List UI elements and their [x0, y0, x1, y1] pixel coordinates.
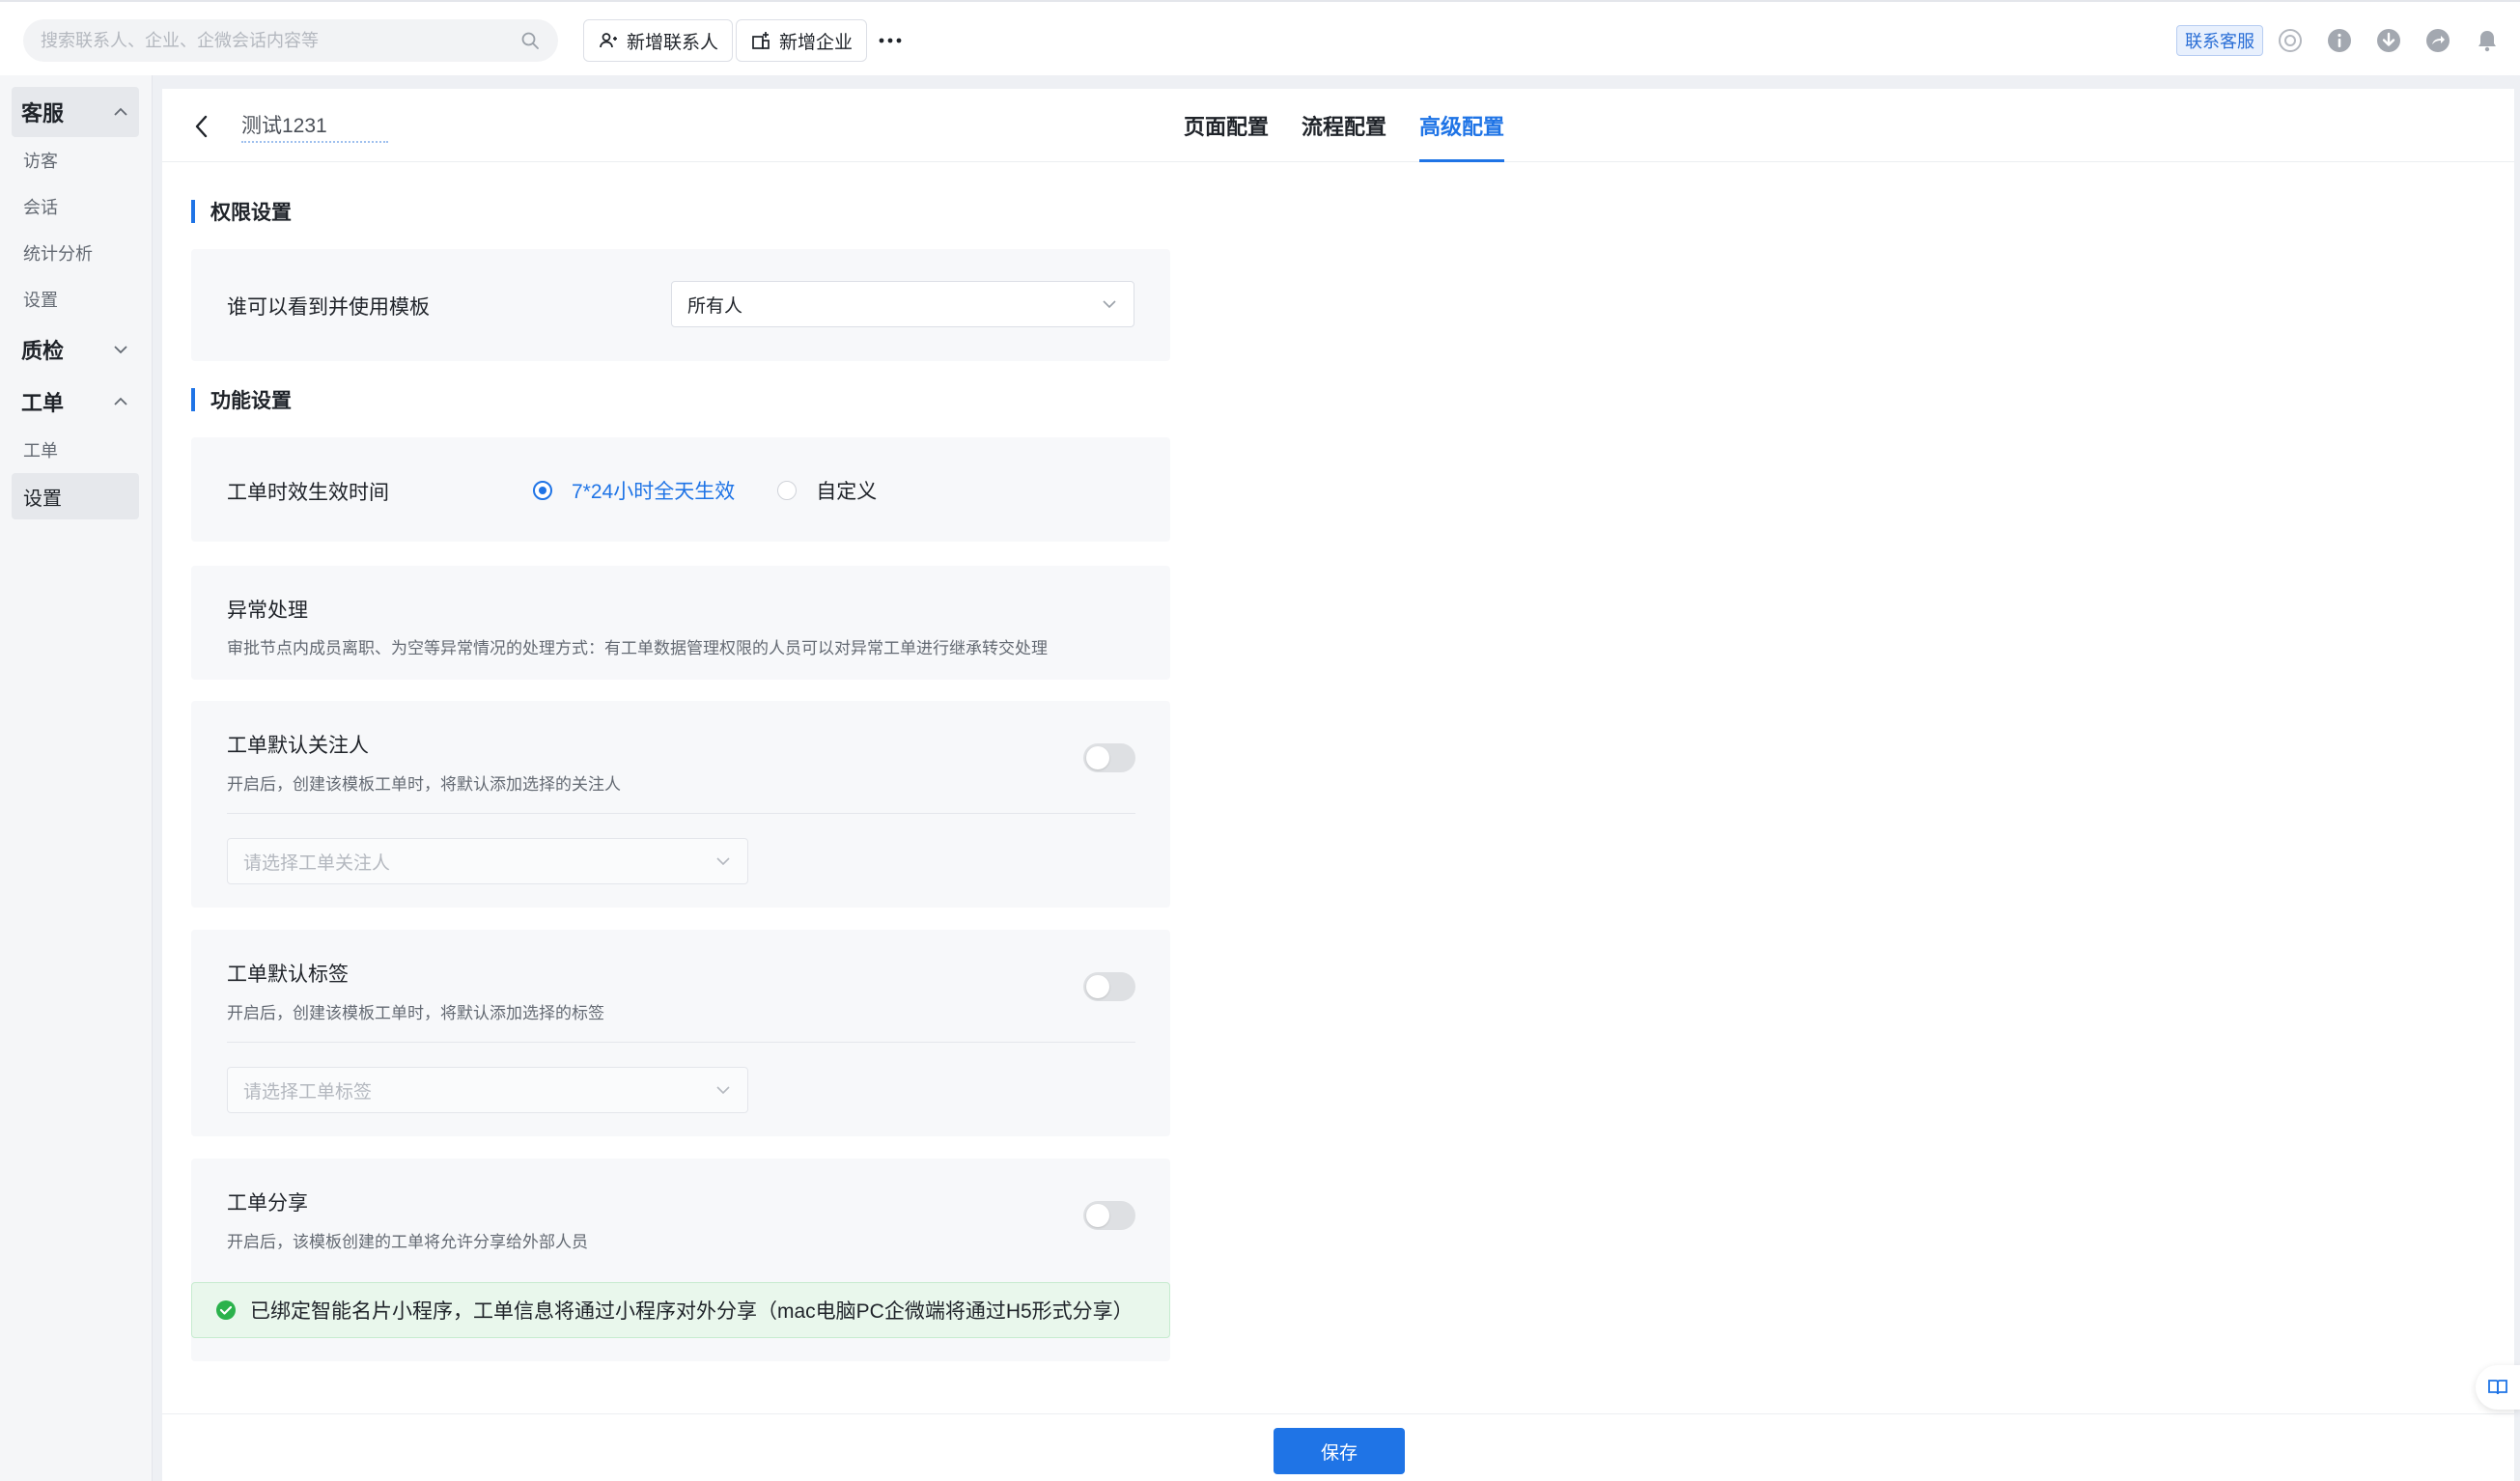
radio-unchecked-icon: [777, 481, 798, 500]
divider: [227, 1042, 1135, 1043]
add-user-icon: [598, 30, 619, 51]
effective-time-label: 工单时效生效时间: [227, 482, 389, 504]
chevron-up-icon: [112, 103, 129, 121]
sidebar-item-ticket-settings[interactable]: 设置: [12, 473, 139, 519]
headset-icon[interactable]: [2276, 26, 2305, 55]
sidebar-group-label: 质检: [21, 339, 65, 363]
visibility-label: 谁可以看到并使用模板: [227, 296, 430, 319]
contact-service-badge[interactable]: 联系客服: [2176, 25, 2263, 56]
search-input[interactable]: [41, 30, 519, 51]
follower-select-placeholder: 请选择工单关注人: [243, 852, 391, 874]
sidebar: 客服 访客 会话 统计分析 设置 质检 工单 工单 设置: [0, 75, 153, 1481]
add-contact-button[interactable]: 新增联系人: [583, 19, 734, 62]
help-book-icon[interactable]: [2476, 1365, 2520, 1410]
sidebar-item-service-settings[interactable]: 设置: [12, 276, 139, 322]
sidebar-item-session[interactable]: 会话: [12, 183, 139, 230]
exception-label: 异常处理: [227, 600, 308, 622]
default-tag-desc: 开启后，创建该模板工单时，将默认添加选择的标签: [227, 1004, 604, 1022]
chevron-down-icon: [714, 1081, 732, 1099]
top-bar: 新增联系人 新增企业 联系客服: [0, 0, 2520, 75]
default-tag-toggle[interactable]: [1083, 972, 1135, 1001]
default-tag-label: 工单默认标签: [227, 964, 349, 986]
chevron-down-icon: [714, 852, 732, 870]
main-panel: 测试1231 页面配置 流程配置 高级配置 权限设置 谁可以看到并使用模板 所有…: [162, 89, 2514, 1481]
config-tabs: 页面配置 流程配置 高级配置: [1184, 89, 1505, 162]
chevron-down-icon: [1101, 295, 1118, 313]
tag-select[interactable]: 请选择工单标签: [227, 1067, 748, 1113]
radio-all-day[interactable]: 7*24小时全天生效: [533, 476, 735, 505]
share-success-notice: 已绑定智能名片小程序，工单信息将通过小程序对外分享（mac电脑PC企微端将通过H…: [191, 1282, 1170, 1338]
chevron-down-icon: [112, 341, 129, 358]
section-title-permission: 权限设置: [191, 200, 292, 224]
tab-advanced-config[interactable]: 高级配置: [1419, 89, 1505, 162]
share-label: 工单分享: [227, 1192, 308, 1215]
effective-time-radio-group: 7*24小时全天生效 自定义: [533, 476, 877, 505]
radio-custom[interactable]: 自定义: [777, 476, 877, 505]
sidebar-group-quality[interactable]: 质检: [12, 324, 139, 375]
sidebar-group-label: 工单: [21, 391, 65, 415]
exception-desc: 审批节点内成员离职、为空等异常情况的处理方式：有工单数据管理权限的人员可以对异常…: [227, 639, 1048, 657]
share-toggle[interactable]: [1083, 1201, 1135, 1230]
success-notice-text: 已绑定智能名片小程序，工单信息将通过小程序对外分享（mac电脑PC企微端将通过H…: [250, 1300, 1134, 1323]
add-company-button[interactable]: 新增企业: [736, 19, 868, 62]
add-company-label: 新增企业: [779, 32, 854, 53]
share-icon[interactable]: [2423, 26, 2452, 55]
check-circle-icon: [215, 1299, 237, 1321]
info-icon[interactable]: [2325, 26, 2354, 55]
radio-all-day-label: 7*24小时全天生效: [572, 481, 736, 503]
more-menu-button[interactable]: [875, 25, 906, 56]
follower-select[interactable]: 请选择工单关注人: [227, 838, 748, 884]
default-follower-label: 工单默认关注人: [227, 735, 369, 757]
bell-icon[interactable]: [2473, 26, 2502, 55]
exception-card: 异常处理 审批节点内成员离职、为空等异常情况的处理方式：有工单数据管理权限的人员…: [191, 566, 1170, 680]
tab-page-config[interactable]: 页面配置: [1184, 89, 1269, 162]
page-header: 测试1231 页面配置 流程配置 高级配置: [162, 89, 2514, 162]
tab-flow-config[interactable]: 流程配置: [1302, 89, 1386, 162]
back-arrow-icon[interactable]: [187, 112, 216, 141]
visibility-value: 所有人: [687, 295, 743, 317]
radio-custom-label: 自定义: [816, 481, 878, 503]
permission-card: 谁可以看到并使用模板 所有人: [191, 249, 1170, 361]
sidebar-item-statistics[interactable]: 统计分析: [12, 230, 139, 276]
save-button[interactable]: 保存: [1274, 1428, 1405, 1474]
building-icon: [750, 30, 771, 51]
sidebar-group-label: 客服: [21, 101, 65, 126]
divider: [227, 813, 1135, 814]
radio-checked-icon: [533, 481, 552, 500]
default-follower-toggle[interactable]: [1083, 743, 1135, 772]
template-title[interactable]: 测试1231: [241, 108, 388, 143]
default-tag-card: 工单默认标签 开启后，创建该模板工单时，将默认添加选择的标签 请选择工单标签: [191, 930, 1170, 1136]
sidebar-item-ticket[interactable]: 工单: [12, 427, 139, 473]
global-search[interactable]: [23, 19, 558, 62]
visibility-select[interactable]: 所有人: [671, 281, 1134, 327]
section-title-features: 功能设置: [191, 388, 292, 412]
sidebar-group-ticket[interactable]: 工单: [12, 377, 139, 427]
default-follower-desc: 开启后，创建该模板工单时，将默认添加选择的关注人: [227, 775, 621, 794]
sidebar-group-service[interactable]: 客服: [12, 87, 139, 137]
tag-select-placeholder: 请选择工单标签: [243, 1081, 373, 1103]
effective-time-card: 工单时效生效时间 7*24小时全天生效 自定义: [191, 437, 1170, 542]
search-icon[interactable]: [519, 30, 541, 51]
chevron-up-icon: [112, 393, 129, 410]
download-icon[interactable]: [2374, 26, 2403, 55]
footer-bar: 保存: [162, 1413, 2514, 1481]
share-desc: 开启后，该模板创建的工单将允许分享给外部人员: [227, 1233, 588, 1251]
add-contact-label: 新增联系人: [627, 32, 719, 53]
default-follower-card: 工单默认关注人 开启后，创建该模板工单时，将默认添加选择的关注人 请选择工单关注…: [191, 701, 1170, 908]
sidebar-item-visitor[interactable]: 访客: [12, 137, 139, 183]
